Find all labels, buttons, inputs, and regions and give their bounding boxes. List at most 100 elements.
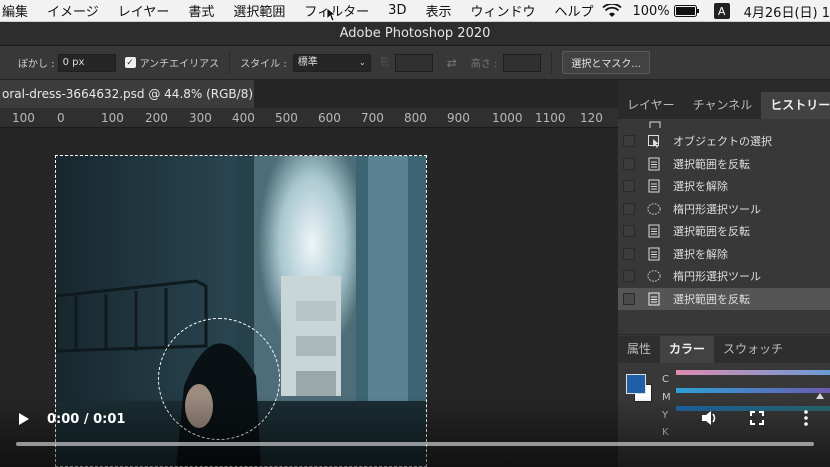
menu-filter[interactable]: フィルター: [304, 1, 369, 20]
horizontal-ruler: 100 0 100 200 300 400 500 600 700 800 90…: [0, 108, 618, 128]
foreground-color-swatch[interactable]: [626, 374, 646, 394]
ruler-tick: 1000: [492, 111, 523, 125]
history-item-label: オブジェクトの選択: [673, 135, 772, 149]
style-label: スタイル :: [240, 59, 287, 70]
history-snapshot-box[interactable]: [623, 180, 635, 193]
tab-properties[interactable]: 属性: [618, 336, 660, 363]
ruler-tick: 100: [12, 111, 35, 125]
history-list: オブジェクトの選択 選択範囲を反転 選択を解除 楕円形選択ツール 選択範囲を反転…: [618, 121, 830, 366]
ruler-tick: 400: [232, 111, 255, 125]
ruler-tick: 1100: [535, 111, 566, 125]
style-select-value: 標準: [297, 56, 318, 68]
history-item-label: 楕円形選択ツール: [673, 270, 761, 284]
history-snapshot-box[interactable]: [623, 202, 635, 215]
menu-layer[interactable]: レイヤー: [118, 1, 170, 20]
swap-arrows-icon[interactable]: ⇄: [447, 56, 457, 70]
ruler-tick: 500: [275, 111, 298, 125]
history-item-selected[interactable]: 選択範囲を反転: [618, 287, 830, 310]
document-icon: [647, 224, 661, 238]
window-title: Adobe Photoshop 2020: [339, 26, 491, 41]
history-item[interactable]: オブジェクトの選択: [618, 130, 830, 153]
ruler-tick: 800: [404, 111, 427, 125]
history-item-label: 選択を解除: [673, 247, 728, 261]
divider: [229, 51, 231, 74]
history-item[interactable]: 楕円形選択ツール: [618, 198, 830, 221]
document-tab[interactable]: oral-dress-3664632.psd @ 44.8% (RGB/8) *: [0, 80, 254, 108]
fullscreen-icon[interactable]: [750, 411, 764, 425]
mac-menubar: 編集 イメージ レイヤー 書式 選択範囲 フィルター 3D 表示 ウィンドウ ヘ…: [0, 0, 830, 22]
divider: [551, 51, 553, 74]
select-and-mask-button[interactable]: 選択とマスク...: [562, 51, 650, 74]
tab-color[interactable]: カラー: [660, 336, 715, 363]
height-label: 高さ :: [470, 59, 498, 70]
wifi-icon[interactable]: [602, 4, 623, 18]
antialias-checkbox[interactable]: ✓: [124, 57, 136, 68]
document-icon: [649, 121, 661, 128]
play-icon[interactable]: [18, 412, 30, 426]
video-controls-overlay: [0, 395, 830, 467]
tab-channels[interactable]: チャンネル: [684, 92, 762, 119]
history-item-label: 楕円形選択ツール: [673, 202, 761, 216]
object-select-icon: [647, 134, 661, 149]
style-select[interactable]: 標準 ⌄: [292, 53, 371, 72]
history-snapshot-box[interactable]: [623, 157, 635, 170]
history-item[interactable]: 選択を解除: [618, 243, 830, 266]
panel-divider: [618, 334, 830, 335]
slider-m-track[interactable]: [676, 388, 830, 393]
height-input[interactable]: [503, 53, 542, 72]
video-progress-track[interactable]: [16, 442, 814, 446]
history-item[interactable]: 選択範囲を反転: [618, 153, 830, 176]
menu-type[interactable]: 書式: [188, 1, 214, 20]
ruler-tick: 120: [580, 111, 603, 125]
history-item-label: 選択範囲を反転: [673, 225, 750, 239]
window-titlebar: Adobe Photoshop 2020: [0, 22, 830, 46]
ruler-tick: 900: [447, 111, 470, 125]
feather-input[interactable]: 0 px: [57, 53, 116, 72]
slider-c-track[interactable]: [676, 370, 830, 375]
chevron-down-icon: ⌄: [359, 57, 366, 67]
antialias-label: アンチエイリアス: [139, 59, 220, 70]
panel-tabs-top: レイヤー チャンネル ヒストリー: [618, 92, 830, 119]
ruler-tick: 0: [57, 111, 65, 125]
volume-icon[interactable]: [701, 410, 719, 426]
input-source-badge[interactable]: A: [713, 3, 730, 19]
history-snapshot-box[interactable]: [623, 270, 635, 283]
document-icon: [647, 157, 661, 171]
history-item-label: 選択を解除: [673, 180, 728, 194]
ruler-tick: 600: [318, 111, 341, 125]
more-options-icon[interactable]: [803, 410, 809, 426]
feather-label: ぼかし :: [18, 59, 55, 70]
history-snapshot-box[interactable]: [623, 247, 635, 260]
menu-help[interactable]: ヘルプ: [554, 1, 593, 20]
tab-history[interactable]: ヒストリー: [761, 92, 830, 119]
menu-select[interactable]: 選択範囲: [233, 1, 285, 20]
history-item[interactable]: 選択範囲を反転: [618, 220, 830, 243]
history-snapshot-box[interactable]: [623, 135, 635, 148]
history-item[interactable]: 楕円形選択ツール: [618, 265, 830, 288]
tab-swatches[interactable]: スウォッチ: [714, 336, 792, 363]
mouse-cursor-icon: [326, 7, 336, 22]
width-input[interactable]: [394, 53, 433, 72]
document-icon: [647, 247, 661, 261]
battery-percent: 100%: [632, 3, 670, 19]
document-tab-title: oral-dress-3664632.psd @ 44.8% (RGB/8) *: [2, 87, 254, 101]
ruler-tick: 200: [145, 111, 168, 125]
history-item-label: 選択範囲を反転: [673, 157, 750, 171]
battery-icon[interactable]: [673, 5, 700, 17]
ellipse-marquee-icon: [647, 269, 661, 283]
history-snapshot-box[interactable]: [623, 225, 635, 238]
menu-3d[interactable]: 3D: [388, 3, 406, 18]
panel-tabs-bottom: 属性 カラー スウォッチ: [618, 336, 830, 363]
menubar-clock[interactable]: 4月26日(日) 1: [744, 2, 830, 21]
ellipse-marquee-icon: [647, 202, 661, 216]
menu-image[interactable]: イメージ: [47, 1, 99, 20]
menu-window[interactable]: ウィンドウ: [470, 1, 535, 20]
menu-view[interactable]: 表示: [425, 1, 451, 20]
ruler-tick: 300: [189, 111, 212, 125]
history-item[interactable]: 選択を解除: [618, 175, 830, 198]
ruler-tick: 100: [101, 111, 124, 125]
tab-layers[interactable]: レイヤー: [618, 92, 684, 119]
history-item-label: 選択範囲を反転: [673, 292, 750, 306]
menu-edit[interactable]: 編集: [2, 1, 28, 20]
history-snapshot-box[interactable]: [623, 292, 635, 305]
